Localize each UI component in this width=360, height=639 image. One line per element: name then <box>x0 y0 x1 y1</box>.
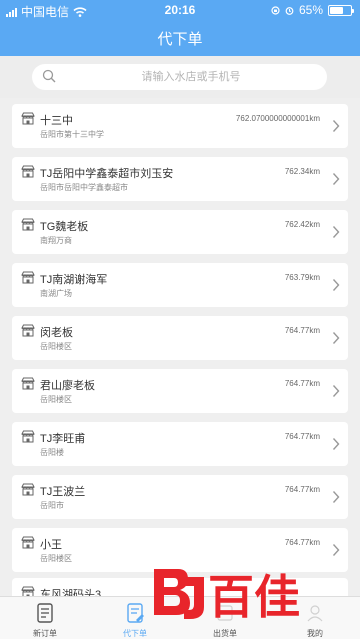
store-distance: 764.77km <box>284 326 320 335</box>
store-list-item[interactable]: TJ南湖谢海军 南湖广场 763.79km <box>12 263 348 307</box>
store-list-item[interactable]: TJ岳阳中学鑫泰超市刘玉安 岳阳市岳阳中学鑫泰超市 762.34km <box>12 157 348 201</box>
chevron-right-icon <box>332 226 340 238</box>
lock-rotation-icon <box>271 5 280 15</box>
store-list: 十三中 岳阳市第十三中学 762.0700000000001km TJ岳阳中学鑫… <box>0 104 360 596</box>
new-order-icon <box>37 603 53 623</box>
chevron-right-icon <box>332 385 340 397</box>
chevron-right-icon <box>332 491 340 503</box>
store-list-item[interactable]: TJ李旺甫 岳阳楼 764.77km <box>12 422 348 466</box>
proxy-order-icon <box>127 603 144 623</box>
page-title: 代下单 <box>157 31 203 48</box>
store-name: TG魏老板 <box>40 221 89 233</box>
store-name: 东风湖码头3 <box>40 589 102 596</box>
store-icon <box>21 271 35 284</box>
status-bar: 中国电信 20:16 65% <box>0 0 360 20</box>
store-icon <box>21 324 35 337</box>
tab-profile-label: 我的 <box>307 629 323 638</box>
chevron-right-icon <box>332 279 340 291</box>
chevron-right-icon <box>332 438 340 450</box>
battery-icon <box>328 4 354 16</box>
store-distance: 762.0700000000001km <box>235 114 320 123</box>
app-header: 中国电信 20:16 65% 代下单 <box>0 0 360 56</box>
store-name: 君山廖老板 <box>40 380 95 392</box>
store-address: 岳阳楼区 <box>40 395 72 404</box>
store-address: 南翔万商 <box>40 236 72 245</box>
store-list-item[interactable]: TJ王波兰 岳阳市 764.77km <box>12 475 348 519</box>
store-distance: 764.77km <box>284 485 320 494</box>
store-icon <box>21 112 35 125</box>
store-address: 南湖广场 <box>40 289 72 298</box>
chevron-right-icon <box>332 173 340 185</box>
store-name: TJ李旺甫 <box>40 433 86 445</box>
store-icon <box>21 536 35 549</box>
store-distance: 764.77km <box>284 432 320 441</box>
store-address: 岳阳市 <box>40 501 64 510</box>
watermark-logo: 百佳 <box>154 569 300 623</box>
tab-new-order[interactable]: 新订单 <box>0 597 90 639</box>
store-icon <box>21 483 35 496</box>
search-input[interactable] <box>66 67 316 87</box>
store-name: 十三中 <box>40 115 73 127</box>
store-address: 岳阳楼区 <box>40 342 72 351</box>
store-list-item[interactable]: 十三中 岳阳市第十三中学 762.0700000000001km <box>12 104 348 148</box>
store-icon <box>21 165 35 178</box>
chevron-right-icon <box>332 544 340 556</box>
store-distance: 764.77km <box>284 538 320 547</box>
store-address: 岳阳楼区 <box>40 554 72 563</box>
store-name: TJ南湖谢海军 <box>40 274 108 286</box>
status-right: 65% <box>271 3 354 17</box>
chevron-right-icon <box>332 332 340 344</box>
alarm-icon <box>285 6 294 15</box>
store-address: 岳阳市岳阳中学鑫泰超市 <box>40 183 128 192</box>
store-distance: 764.77km <box>284 379 320 388</box>
store-distance: 763.79km <box>284 273 320 282</box>
watermark-text: 百佳 <box>208 570 300 623</box>
store-name: 小王 <box>40 539 62 551</box>
store-icon <box>21 218 35 231</box>
chevron-right-icon <box>332 120 340 132</box>
store-icon <box>21 430 35 443</box>
store-name: 闵老板 <box>40 327 73 339</box>
search-box[interactable] <box>32 64 327 90</box>
store-name: TJ王波兰 <box>40 486 86 498</box>
store-distance: 762.34km <box>284 167 320 176</box>
store-list-item[interactable]: 君山廖老板 岳阳楼区 764.77km <box>12 369 348 413</box>
tab-new-order-label: 新订单 <box>33 629 57 638</box>
store-name: TJ岳阳中学鑫泰超市刘玉安 <box>40 168 174 180</box>
store-icon <box>21 377 35 390</box>
battery-percent: 65% <box>298 3 323 17</box>
store-list-item[interactable]: TG魏老板 南翔万商 762.42km <box>12 210 348 254</box>
store-address: 岳阳楼 <box>40 448 64 457</box>
search-bar <box>0 56 360 98</box>
search-icon <box>42 69 56 83</box>
store-list-item[interactable]: 闵老板 岳阳楼区 764.77km <box>12 316 348 360</box>
store-distance: 762.42km <box>284 220 320 229</box>
store-address: 岳阳市第十三中学 <box>40 130 104 139</box>
tab-shipment-label: 出货单 <box>213 629 237 638</box>
tab-proxy-order-label: 代下单 <box>123 629 147 638</box>
store-icon <box>21 586 35 596</box>
